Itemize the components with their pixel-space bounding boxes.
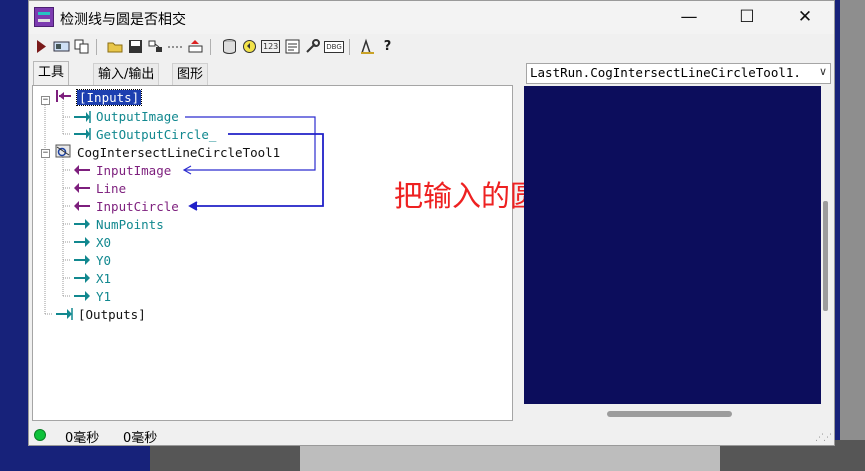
output-arrow-icon bbox=[74, 291, 90, 301]
output-arrow-icon bbox=[74, 255, 90, 265]
image-display[interactable] bbox=[524, 86, 821, 404]
status-time-1: 0毫秒 bbox=[65, 431, 100, 446]
numbers-icon-label: 123 bbox=[261, 40, 281, 53]
input-arrow-icon bbox=[74, 165, 90, 175]
tree-item-get-output-circle[interactable]: GetOutputCircle_ bbox=[96, 126, 216, 143]
resize-grip-icon[interactable]: ⋰⋰ bbox=[815, 433, 832, 443]
debug-icon-label: DBG bbox=[324, 41, 344, 53]
inputs-label: [Inputs] bbox=[75, 89, 143, 106]
tree-item-param-line[interactable]: Line bbox=[96, 180, 126, 197]
output-arrow-icon bbox=[74, 111, 91, 123]
tab-tools[interactable]: 工具 bbox=[33, 61, 70, 85]
open-folder-icon[interactable] bbox=[107, 38, 124, 55]
tree-item-inputs[interactable]: [Inputs] bbox=[75, 89, 143, 106]
horizontal-scrollbar[interactable] bbox=[607, 411, 732, 417]
toolbar-separator bbox=[349, 39, 350, 55]
collapse-tool-button[interactable]: − bbox=[41, 149, 50, 158]
input-arrow-icon bbox=[74, 201, 90, 211]
tree-item-param-input-circle[interactable]: InputCircle bbox=[96, 198, 179, 215]
debug-icon[interactable]: DBG bbox=[324, 38, 344, 55]
display-selector-value: LastRun.CogIntersectLineCircleTool1. bbox=[530, 65, 801, 80]
copy-icon[interactable] bbox=[73, 38, 90, 55]
tool-icon bbox=[55, 144, 71, 158]
status-bar: 0毫秒 0毫秒 ⋰⋰ bbox=[29, 425, 834, 446]
tree-item-param-num-points[interactable]: NumPoints bbox=[96, 216, 164, 233]
tree-item-param-y0[interactable]: Y0 bbox=[96, 252, 111, 269]
status-indicator-icon bbox=[34, 429, 46, 441]
tab-io[interactable]: 输入/输出 bbox=[93, 63, 160, 85]
numbers-icon[interactable]: 123 bbox=[261, 38, 281, 55]
outputs-arrow-icon bbox=[56, 308, 73, 320]
list-icon[interactable] bbox=[284, 38, 301, 55]
toolbar-separator bbox=[96, 39, 97, 55]
inputs-arrow-icon bbox=[56, 90, 71, 102]
tool-tree[interactable]: − [Inputs] OutputImage GetOutputCircle_ … bbox=[32, 85, 513, 421]
link-icon[interactable] bbox=[147, 38, 164, 55]
tab-graphics[interactable]: 图形 bbox=[172, 63, 209, 85]
tree-item-tool[interactable]: CogIntersectLineCircleTool1 bbox=[77, 144, 280, 161]
wrench-icon[interactable] bbox=[304, 38, 321, 55]
chevron-down-icon[interactable]: ∨ bbox=[819, 65, 827, 78]
tree-item-param-x0[interactable]: X0 bbox=[96, 234, 111, 251]
database-icon[interactable] bbox=[221, 38, 238, 55]
output-arrow-icon bbox=[74, 128, 91, 140]
dotted-line-icon[interactable] bbox=[167, 38, 184, 55]
display-selector[interactable]: LastRun.CogIntersectLineCircleTool1. ∨ bbox=[526, 63, 831, 84]
window-title: 检测线与圆是否相交 bbox=[60, 12, 186, 28]
image-icon[interactable] bbox=[53, 38, 70, 55]
tree-item-param-x1[interactable]: X1 bbox=[96, 270, 111, 287]
vertical-scrollbar[interactable] bbox=[823, 201, 828, 311]
toolbar-separator bbox=[210, 39, 211, 55]
collapse-inputs-button[interactable]: − bbox=[41, 96, 50, 105]
output-arrow-icon bbox=[74, 237, 90, 247]
tree-item-param-y1[interactable]: Y1 bbox=[96, 288, 111, 305]
tree-item-param-input-image[interactable]: InputImage bbox=[96, 162, 171, 179]
refresh-icon[interactable] bbox=[241, 38, 258, 55]
measure-icon[interactable] bbox=[359, 38, 376, 55]
status-time-2: 0毫秒 bbox=[123, 431, 158, 446]
app-icon bbox=[34, 7, 54, 27]
input-arrow-icon bbox=[74, 183, 90, 193]
tab-strip: 工具 输入/输出 图形 bbox=[33, 61, 523, 85]
minimize-button[interactable]: — bbox=[660, 1, 718, 34]
sort-icon[interactable] bbox=[187, 38, 204, 55]
output-arrow-icon bbox=[74, 273, 90, 283]
maximize-button[interactable]: ☐ bbox=[718, 1, 776, 34]
tree-item-outputs[interactable]: [Outputs] bbox=[78, 306, 146, 323]
tree-item-output-image[interactable]: OutputImage bbox=[96, 108, 179, 125]
toolbar: 123 DBG ? bbox=[29, 34, 834, 61]
help-icon[interactable]: ? bbox=[379, 38, 396, 55]
title-bar[interactable]: 检测线与圆是否相交 — ☐ ✕ bbox=[29, 1, 834, 34]
output-arrow-icon bbox=[74, 219, 90, 229]
app-window: 检测线与圆是否相交 — ☐ ✕ 123 DBG ? 工具 输入/输出 图形 − … bbox=[28, 0, 835, 446]
close-button[interactable]: ✕ bbox=[776, 1, 834, 34]
run-icon[interactable] bbox=[33, 38, 50, 55]
save-icon[interactable] bbox=[127, 38, 144, 55]
background-right bbox=[840, 0, 865, 471]
